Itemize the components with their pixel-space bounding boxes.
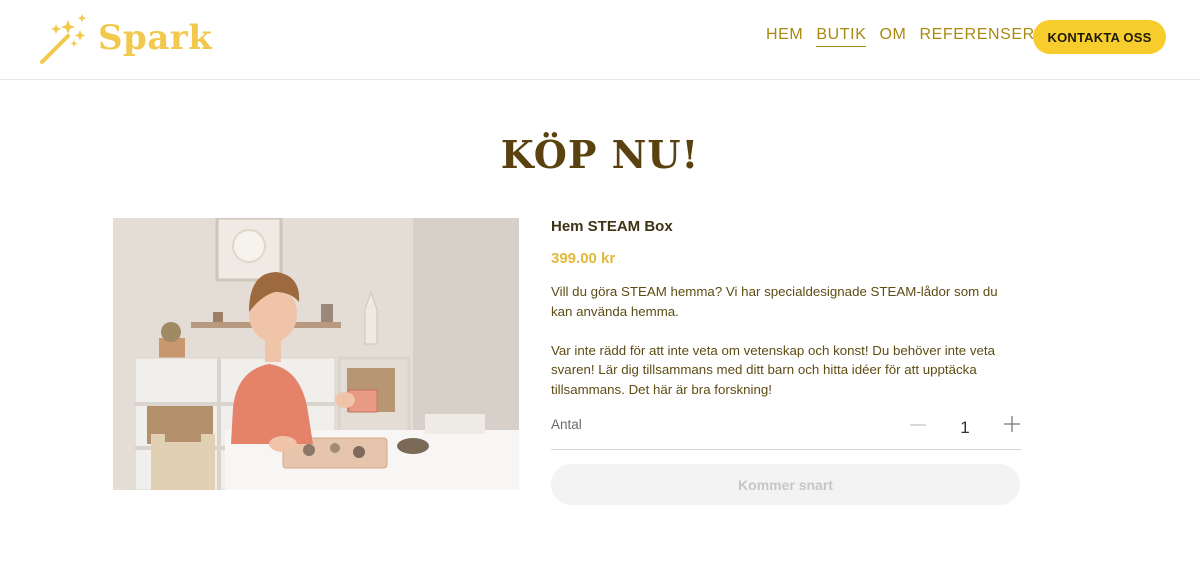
magic-wand-icon — [40, 14, 87, 64]
product-photo-child-playing-icon — [113, 218, 519, 490]
site-header: Spark HEM BUTIK OM REFERENSER KONTAKTA O… — [0, 0, 1200, 80]
main-nav: HEM BUTIK OM REFERENSER — [766, 26, 1048, 47]
brand-logo[interactable]: Spark — [38, 10, 212, 66]
product-price: 399.00 kr — [551, 250, 616, 267]
product-description: Vill du göra STEAM hemma? Vi har special… — [551, 282, 1021, 419]
coming-soon-button[interactable]: Kommer snart — [551, 464, 1020, 505]
plus-icon[interactable] — [1001, 413, 1023, 435]
product-name: Hem STEAM Box — [551, 218, 673, 235]
page-title: KÖP NU! — [500, 132, 700, 177]
product-details: Hem STEAM Box 399.00 kr Vill du göra STE… — [551, 218, 1021, 505]
quantity-label: Antal — [551, 417, 582, 432]
minus-icon[interactable] — [907, 414, 929, 436]
product-image[interactable] — [113, 218, 519, 490]
nav-item-hem[interactable]: HEM — [766, 26, 803, 47]
description-paragraph: Var inte rädd för att inte veta om veten… — [551, 342, 995, 397]
contact-button[interactable]: KONTAKTA OSS — [1033, 20, 1166, 54]
quantity-stepper: Antal 1 — [551, 416, 1021, 450]
description-paragraph: Vill du göra STEAM hemma? Vi har special… — [551, 284, 998, 319]
brand-name: Spark — [98, 18, 213, 58]
nav-item-butik[interactable]: BUTIK — [816, 26, 867, 47]
quantity-value[interactable]: 1 — [955, 418, 975, 438]
nav-item-om[interactable]: OM — [879, 26, 906, 47]
nav-item-referenser[interactable]: REFERENSER — [919, 26, 1034, 47]
